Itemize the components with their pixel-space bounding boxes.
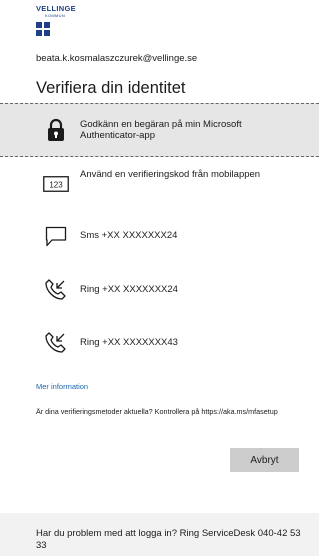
option-call-43[interactable]: Ring +XX XXXXXXX43 [0, 316, 319, 369]
code-123-text: 123 [49, 181, 63, 190]
footer: Har du problem med att logga in? Ring Se… [0, 513, 319, 556]
logo-wordmark: VELLINGE [36, 4, 76, 13]
footer-help-text: Har du problem med att logga in? Ring Se… [36, 528, 301, 551]
option-call-43-label: Ring +XX XXXXXXX43 [80, 337, 178, 348]
phone-call-icon [42, 330, 70, 356]
cancel-button[interactable]: Avbryt [230, 448, 299, 472]
account-email: beata.k.kosmalaszczurek@vellinge.se [36, 53, 198, 64]
vellinge-logo: VELLINGE KOMMUN [36, 5, 96, 37]
logo-subtitle: KOMMUN [45, 13, 66, 18]
code-123-icon: 123 [42, 171, 70, 197]
verification-options: Godkänn en begäran på min Microsoft Auth… [0, 103, 319, 369]
chat-bubble-icon [42, 224, 70, 250]
option-verification-code-label: Använd en verifieringskod från mobilappe… [80, 169, 261, 180]
option-sms-label: Sms +XX XXXXXXX24 [80, 230, 178, 241]
mfa-setup-notice: Är dina verifieringsmetoder aktuella? Ko… [36, 407, 278, 416]
page-title: Verifiera din identitet [36, 79, 186, 97]
option-call-24-label: Ring +XX XXXXXXX24 [80, 284, 178, 295]
option-verification-code[interactable]: 123 Använd en verifieringskod från mobil… [0, 157, 319, 210]
logo-emblem-icon [36, 22, 50, 36]
phone-call-icon [42, 277, 70, 303]
option-authenticator-label: Godkänn en begäran på min Microsoft Auth… [80, 119, 242, 141]
option-sms[interactable]: Sms +XX XXXXXXX24 [0, 210, 319, 263]
lock-icon [42, 117, 70, 143]
more-info-link[interactable]: Mer information [36, 382, 88, 391]
option-call-24[interactable]: Ring +XX XXXXXXX24 [0, 263, 319, 316]
option-authenticator-app[interactable]: Godkänn en begäran på min Microsoft Auth… [0, 103, 319, 157]
